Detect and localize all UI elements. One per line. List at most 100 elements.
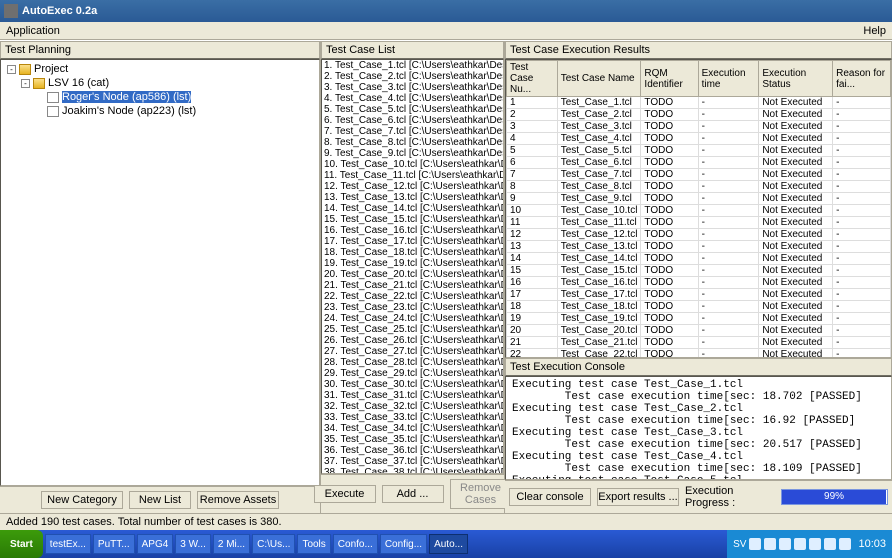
remove-assets-button[interactable]: Remove Assets <box>197 491 279 509</box>
table-row[interactable]: 17Test_Case_17.tclTODO-Not Executed- <box>507 289 891 301</box>
testcase-row[interactable]: 19. Test_Case_19.tcl [C:\Users\eathkar\D… <box>322 258 503 269</box>
table-row[interactable]: 3Test_Case_3.tclTODO-Not Executed- <box>507 121 891 133</box>
table-row[interactable]: 20Test_Case_20.tclTODO-Not Executed- <box>507 325 891 337</box>
testcase-row[interactable]: 37. Test_Case_37.tcl [C:\Users\eathkar\D… <box>322 456 503 467</box>
table-row[interactable]: 9Test_Case_9.tclTODO-Not Executed- <box>507 193 891 205</box>
table-row[interactable]: 7Test_Case_7.tclTODO-Not Executed- <box>507 169 891 181</box>
testcase-row[interactable]: 5. Test_Case_5.tcl [C:\Users\eathkar\Des… <box>322 104 503 115</box>
testcase-row[interactable]: 15. Test_Case_15.tcl [C:\Users\eathkar\D… <box>322 214 503 225</box>
testcase-row[interactable]: 27. Test_Case_27.tcl [C:\Users\eathkar\D… <box>322 346 503 357</box>
testcase-row[interactable]: 22. Test_Case_22.tcl [C:\Users\eathkar\D… <box>322 291 503 302</box>
tree-view[interactable]: - Project - LSV 16 (cat) Roger's Node (a… <box>0 59 320 486</box>
system-tray[interactable]: SV 10:03 <box>727 530 892 558</box>
testcase-row[interactable]: 24. Test_Case_24.tcl [C:\Users\eathkar\D… <box>322 313 503 324</box>
testcase-row[interactable]: 16. Test_Case_16.tcl [C:\Users\eathkar\D… <box>322 225 503 236</box>
testcase-row[interactable]: 17. Test_Case_17.tcl [C:\Users\eathkar\D… <box>322 236 503 247</box>
clock[interactable]: 10:03 <box>854 538 886 550</box>
taskbar-item[interactable]: Tools <box>297 534 330 554</box>
testcase-row[interactable]: 30. Test_Case_30.tcl [C:\Users\eathkar\D… <box>322 379 503 390</box>
start-button[interactable]: Start <box>0 530 43 558</box>
testcase-row[interactable]: 6. Test_Case_6.tcl [C:\Users\eathkar\Des… <box>322 115 503 126</box>
tree-roger[interactable]: Roger's Node (ap586) (lst) <box>1 90 319 104</box>
tray-icon[interactable] <box>749 538 761 550</box>
table-row[interactable]: 5Test_Case_5.tclTODO-Not Executed- <box>507 145 891 157</box>
toggle-icon[interactable]: - <box>7 65 16 74</box>
table-row[interactable]: 13Test_Case_13.tclTODO-Not Executed- <box>507 241 891 253</box>
table-row[interactable]: 21Test_Case_21.tclTODO-Not Executed- <box>507 337 891 349</box>
taskbar-item[interactable]: Config... <box>380 534 427 554</box>
testcase-row[interactable]: 12. Test_Case_12.tcl [C:\Users\eathkar\D… <box>322 181 503 192</box>
table-row[interactable]: 10Test_Case_10.tclTODO-Not Executed- <box>507 205 891 217</box>
testcase-row[interactable]: 7. Test_Case_7.tcl [C:\Users\eathkar\Des… <box>322 126 503 137</box>
tree-joakim[interactable]: Joakim's Node (ap223) (lst) <box>1 104 319 118</box>
testcase-row[interactable]: 10. Test_Case_10.tcl [C:\Users\eathkar\D… <box>322 159 503 170</box>
table-row[interactable]: 18Test_Case_18.tclTODO-Not Executed- <box>507 301 891 313</box>
testcase-row[interactable]: 20. Test_Case_20.tcl [C:\Users\eathkar\D… <box>322 269 503 280</box>
testcase-row[interactable]: 36. Test_Case_36.tcl [C:\Users\eathkar\D… <box>322 445 503 456</box>
tray-icon[interactable] <box>764 538 776 550</box>
taskbar-item[interactable]: PuTT... <box>93 534 135 554</box>
tray-icon[interactable] <box>779 538 791 550</box>
toggle-icon[interactable]: - <box>21 79 30 88</box>
testcase-row[interactable]: 11. Test_Case_11.tcl [C:\Users\eathkar\D… <box>322 170 503 181</box>
console-output[interactable]: Executing test case Test_Case_1.tcl Test… <box>505 376 892 480</box>
testcase-row[interactable]: 14. Test_Case_14.tcl [C:\Users\eathkar\D… <box>322 203 503 214</box>
taskbar-item[interactable]: testEx... <box>45 534 91 554</box>
testcase-row[interactable]: 9. Test_Case_9.tcl [C:\Users\eathkar\Des… <box>322 148 503 159</box>
table-row[interactable]: 6Test_Case_6.tclTODO-Not Executed- <box>507 157 891 169</box>
testcase-row[interactable]: 21. Test_Case_21.tcl [C:\Users\eathkar\D… <box>322 280 503 291</box>
tray-icon[interactable] <box>794 538 806 550</box>
new-list-button[interactable]: New List <box>129 491 191 509</box>
testcase-row[interactable]: 28. Test_Case_28.tcl [C:\Users\eathkar\D… <box>322 357 503 368</box>
results-col-header[interactable]: Execution Status <box>759 61 833 97</box>
menu-application[interactable]: Application <box>6 25 60 37</box>
table-row[interactable]: 22Test_Case_22.tclTODO-Not Executed- <box>507 349 891 359</box>
tree-project[interactable]: - Project <box>1 62 319 76</box>
add-button[interactable]: Add ... <box>382 485 444 503</box>
testcase-row[interactable]: 18. Test_Case_18.tcl [C:\Users\eathkar\D… <box>322 247 503 258</box>
testcase-list[interactable]: 1. Test_Case_1.tcl [C:\Users\eathkar\Des… <box>321 59 504 474</box>
testcase-row[interactable]: 32. Test_Case_32.tcl [C:\Users\eathkar\D… <box>322 401 503 412</box>
testcase-row[interactable]: 3. Test_Case_3.tcl [C:\Users\eathkar\Des… <box>322 82 503 93</box>
results-table-wrap[interactable]: Test Case Nu...Test Case NameRQM Identif… <box>505 59 892 358</box>
new-category-button[interactable]: New Category <box>41 491 123 509</box>
tray-lang[interactable]: SV <box>733 539 746 550</box>
testcase-row[interactable]: 1. Test_Case_1.tcl [C:\Users\eathkar\Des… <box>322 60 503 71</box>
results-col-header[interactable]: Test Case Name <box>557 61 641 97</box>
table-row[interactable]: 19Test_Case_19.tclTODO-Not Executed- <box>507 313 891 325</box>
testcase-row[interactable]: 31. Test_Case_31.tcl [C:\Users\eathkar\D… <box>322 390 503 401</box>
taskbar-item[interactable]: APG4 <box>137 534 174 554</box>
taskbar-item[interactable]: 3 W... <box>175 534 211 554</box>
taskbar-item[interactable]: Auto... <box>429 534 468 554</box>
testcase-row[interactable]: 33. Test_Case_33.tcl [C:\Users\eathkar\D… <box>322 412 503 423</box>
table-row[interactable]: 16Test_Case_16.tclTODO-Not Executed- <box>507 277 891 289</box>
execute-button[interactable]: Execute <box>314 485 376 503</box>
results-col-header[interactable]: Reason for fai... <box>833 61 891 97</box>
table-row[interactable]: 15Test_Case_15.tclTODO-Not Executed- <box>507 265 891 277</box>
testcase-row[interactable]: 23. Test_Case_23.tcl [C:\Users\eathkar\D… <box>322 302 503 313</box>
testcase-row[interactable]: 13. Test_Case_13.tcl [C:\Users\eathkar\D… <box>322 192 503 203</box>
testcase-row[interactable]: 4. Test_Case_4.tcl [C:\Users\eathkar\Des… <box>322 93 503 104</box>
results-col-header[interactable]: RQM Identifier <box>641 61 698 97</box>
table-row[interactable]: 8Test_Case_8.tclTODO-Not Executed- <box>507 181 891 193</box>
table-row[interactable]: 11Test_Case_11.tclTODO-Not Executed- <box>507 217 891 229</box>
export-results-button[interactable]: Export results ... <box>597 488 679 506</box>
testcase-row[interactable]: 34. Test_Case_34.tcl [C:\Users\eathkar\D… <box>322 423 503 434</box>
testcase-row[interactable]: 29. Test_Case_29.tcl [C:\Users\eathkar\D… <box>322 368 503 379</box>
menu-help[interactable]: Help <box>863 25 886 37</box>
table-row[interactable]: 12Test_Case_12.tclTODO-Not Executed- <box>507 229 891 241</box>
taskbar-item[interactable]: Confo... <box>333 534 378 554</box>
table-row[interactable]: 4Test_Case_4.tclTODO-Not Executed- <box>507 133 891 145</box>
tray-icon[interactable] <box>809 538 821 550</box>
tray-icon[interactable] <box>839 538 851 550</box>
results-col-header[interactable]: Test Case Nu... <box>507 61 558 97</box>
testcase-row[interactable]: 35. Test_Case_35.tcl [C:\Users\eathkar\D… <box>322 434 503 445</box>
taskbar-item[interactable]: C:\Us... <box>252 534 295 554</box>
table-row[interactable]: 2Test_Case_2.tclTODO-Not Executed- <box>507 109 891 121</box>
taskbar-item[interactable]: 2 Mi... <box>213 534 250 554</box>
table-row[interactable]: 14Test_Case_14.tclTODO-Not Executed- <box>507 253 891 265</box>
tree-lsv[interactable]: - LSV 16 (cat) <box>1 76 319 90</box>
testcase-row[interactable]: 26. Test_Case_26.tcl [C:\Users\eathkar\D… <box>322 335 503 346</box>
tray-icon[interactable] <box>824 538 836 550</box>
testcase-row[interactable]: 38. Test_Case_38.tcl [C:\Users\eathkar\D… <box>322 467 503 474</box>
